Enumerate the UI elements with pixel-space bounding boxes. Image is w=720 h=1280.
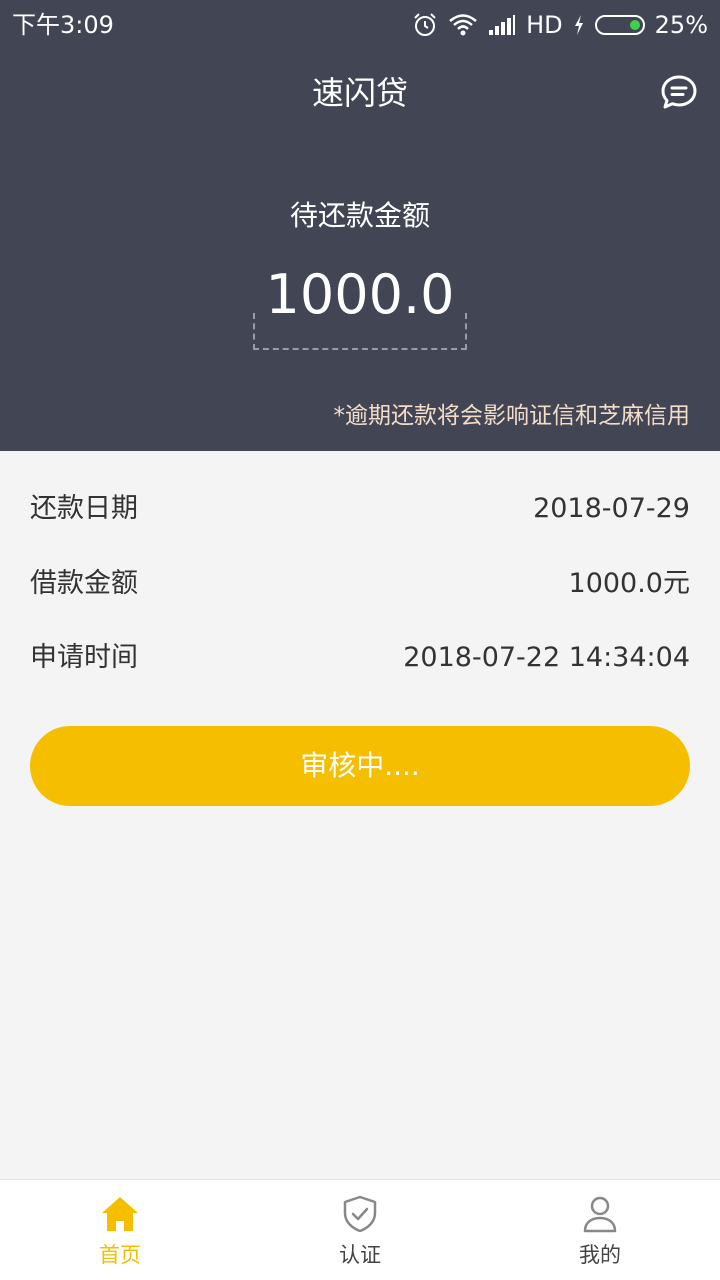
wifi-icon <box>449 14 477 36</box>
message-icon[interactable] <box>660 74 698 112</box>
charging-icon <box>574 15 583 35</box>
page-title: 速闪贷 <box>311 74 408 112</box>
loan-amount-value: 1000.0元 <box>568 568 690 599</box>
review-status-button[interactable]: 审核中.... <box>30 726 690 806</box>
nav-item-mine[interactable]: 我的 <box>480 1180 720 1280</box>
alarm-icon <box>414 13 436 36</box>
battery-icon <box>594 15 645 35</box>
user-icon <box>583 1196 617 1233</box>
battery-percent: 25% <box>654 11 708 39</box>
amount-dashed-frame <box>253 313 467 350</box>
status-bar: 下午3:09 HD 25% <box>0 0 720 50</box>
loan-amount-label: 借款金额 <box>30 568 138 599</box>
bottom-nav: 首页 认证 我的 <box>0 1179 720 1280</box>
status-icons: HD 25% <box>412 8 708 42</box>
nav-item-verify[interactable]: 认证 <box>240 1180 480 1280</box>
shield-check-icon <box>343 1195 377 1233</box>
nav-item-home[interactable]: 首页 <box>0 1180 240 1280</box>
overdue-note: *逾期还款将会影响证信和芝麻信用 <box>333 403 691 429</box>
signal-icon <box>489 15 516 35</box>
repayment-date-row: 还款日期 2018-07-29 <box>30 489 690 529</box>
network-type: HD <box>526 11 563 39</box>
apply-time-row: 申请时间 2018-07-22 14:34:04 <box>30 638 690 678</box>
status-time: 下午3:09 <box>12 11 114 39</box>
nav-label-verify: 认证 <box>339 1243 381 1267</box>
apply-time-label: 申请时间 <box>30 642 138 673</box>
repayment-date-label: 还款日期 <box>30 493 138 524</box>
nav-label-home: 首页 <box>99 1243 141 1267</box>
header: 下午3:09 HD 25% 速闪贷 待还款金额 1000.0 *逾期还款将会影响… <box>0 0 720 451</box>
apply-time-value: 2018-07-22 14:34:04 <box>403 642 690 673</box>
battery-level <box>629 20 640 30</box>
amount-label: 待还款金额 <box>289 199 430 232</box>
loan-amount-row: 借款金额 1000.0元 <box>30 564 690 604</box>
repayment-date-value: 2018-07-29 <box>533 493 690 524</box>
nav-label-mine: 我的 <box>579 1243 621 1267</box>
home-icon <box>102 1197 138 1231</box>
